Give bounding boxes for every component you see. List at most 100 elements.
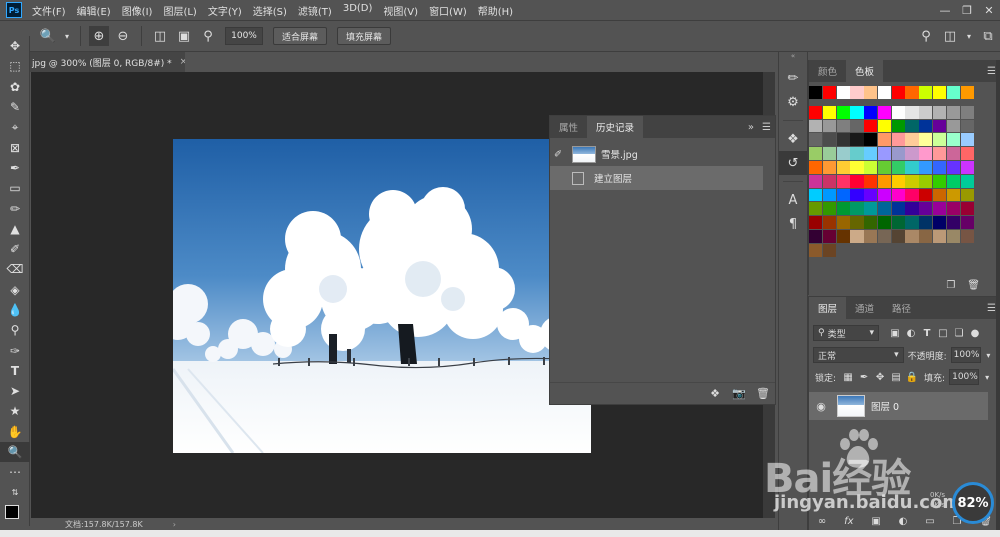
tab-layers[interactable]: 图层 bbox=[809, 297, 847, 319]
filter-adjustment-icon[interactable]: ◐ bbox=[903, 328, 919, 339]
new-document-from-state-icon[interactable]: ❖ bbox=[703, 387, 727, 400]
menu-item[interactable]: 图像(I) bbox=[122, 3, 153, 18]
minimize-button[interactable]: — bbox=[934, 4, 956, 17]
menu-item[interactable]: 编辑(E) bbox=[77, 3, 111, 18]
color-swatch[interactable] bbox=[933, 105, 947, 119]
color-swatch[interactable] bbox=[905, 160, 919, 174]
color-swatch[interactable] bbox=[809, 147, 823, 160]
share-icon[interactable]: ⧉ bbox=[978, 26, 998, 46]
color-swatch[interactable] bbox=[933, 174, 947, 188]
color-swatch[interactable] bbox=[960, 202, 974, 216]
foreground-color[interactable] bbox=[5, 504, 19, 519]
color-swatch[interactable] bbox=[891, 174, 905, 188]
tab-history[interactable]: 历史记录 bbox=[587, 116, 644, 138]
color-swatch[interactable] bbox=[877, 216, 892, 229]
color-swatch[interactable] bbox=[809, 105, 823, 119]
color-swatch[interactable] bbox=[919, 202, 933, 216]
color-swatch[interactable] bbox=[960, 119, 974, 133]
color-swatch[interactable] bbox=[877, 105, 892, 119]
brush-settings-icon[interactable]: ⚙ bbox=[779, 90, 807, 114]
color-swatch[interactable] bbox=[933, 216, 947, 229]
history-snapshot[interactable]: ✐ 雪景.jpg bbox=[550, 142, 775, 166]
fill-screen-button[interactable]: 填充屏幕 bbox=[337, 27, 392, 45]
trash-icon[interactable]: 🗑 bbox=[751, 387, 775, 400]
color-swatch[interactable] bbox=[905, 86, 919, 99]
eye-icon[interactable]: ◉ bbox=[811, 400, 831, 413]
tab-color[interactable]: 颜色 bbox=[809, 60, 846, 82]
color-swatch[interactable] bbox=[864, 229, 878, 243]
color-swatch[interactable] bbox=[905, 147, 919, 160]
color-swatch[interactable] bbox=[919, 229, 933, 243]
color-swatch[interactable] bbox=[877, 160, 892, 174]
color-swatch[interactable] bbox=[919, 147, 933, 160]
color-swatch[interactable] bbox=[919, 119, 933, 133]
filter-toggle-icon[interactable]: ● bbox=[967, 328, 983, 339]
performance-badge[interactable]: 82% bbox=[952, 482, 994, 524]
color-swatch[interactable] bbox=[891, 188, 905, 202]
menu-item[interactable]: 文件(F) bbox=[32, 3, 66, 18]
color-swatch[interactable] bbox=[809, 86, 823, 99]
color-swatch[interactable] bbox=[919, 174, 933, 188]
zoom-level-field[interactable]: 100% bbox=[225, 27, 263, 45]
frame-tool-icon[interactable]: ⊠ bbox=[0, 137, 30, 157]
zoom-tool-preset-icon[interactable]: 🔍 bbox=[38, 26, 58, 46]
color-swatch[interactable] bbox=[891, 202, 905, 216]
scrubby-zoom-icon[interactable]: ⚲ bbox=[198, 26, 218, 46]
color-swatch[interactable] bbox=[946, 174, 960, 188]
blur-tool-icon[interactable]: 💧 bbox=[0, 300, 30, 320]
color-swatch[interactable] bbox=[822, 160, 836, 174]
color-swatch[interactable] bbox=[850, 216, 864, 229]
trash-icon[interactable]: 🗑 bbox=[967, 280, 980, 291]
history-brush-source-icon[interactable]: ✐ bbox=[554, 149, 568, 160]
eraser-tool-icon[interactable]: ⌫ bbox=[0, 259, 30, 279]
healing-brush-tool-icon[interactable]: ▭ bbox=[0, 178, 30, 198]
color-swatch[interactable] bbox=[877, 229, 892, 243]
color-swatch[interactable] bbox=[809, 133, 823, 147]
color-swatch[interactable] bbox=[809, 216, 823, 229]
color-swatch[interactable] bbox=[809, 119, 823, 133]
fit-screen-button[interactable]: 适合屏幕 bbox=[273, 27, 328, 45]
restore-button[interactable]: ❐ bbox=[956, 4, 978, 17]
color-swatch[interactable] bbox=[836, 86, 850, 99]
color-swatch[interactable] bbox=[822, 174, 836, 188]
move-tool-icon[interactable]: ✥ bbox=[0, 36, 30, 56]
zoom-in-icon[interactable]: ⊕ bbox=[89, 26, 109, 46]
color-swatch[interactable] bbox=[864, 188, 878, 202]
shape-tool-icon[interactable]: ★ bbox=[0, 401, 30, 421]
color-swatch[interactable] bbox=[864, 133, 878, 147]
color-swatch[interactable] bbox=[960, 229, 974, 243]
filter-pixel-icon[interactable]: ▣ bbox=[887, 328, 903, 339]
color-swatch[interactable] bbox=[905, 174, 919, 188]
status-menu-chevron-icon[interactable]: › bbox=[173, 520, 176, 529]
color-swatch[interactable] bbox=[960, 174, 974, 188]
close-button[interactable]: ✕ bbox=[978, 4, 1000, 17]
color-swatch[interactable] bbox=[891, 119, 905, 133]
color-swatch[interactable] bbox=[905, 133, 919, 147]
color-swatch[interactable] bbox=[822, 86, 836, 99]
color-swatch[interactable] bbox=[864, 216, 878, 229]
color-swatch[interactable] bbox=[877, 174, 892, 188]
zoom-all-windows-icon[interactable]: ▣ bbox=[174, 26, 194, 46]
tab-channels[interactable]: 通道 bbox=[846, 297, 883, 319]
color-swatch[interactable] bbox=[946, 119, 960, 133]
menu-item[interactable]: 窗口(W) bbox=[429, 3, 467, 18]
color-swatch[interactable] bbox=[891, 229, 905, 243]
color-swatch[interactable] bbox=[836, 202, 850, 216]
color-swatch[interactable] bbox=[809, 202, 823, 216]
color-swatch[interactable] bbox=[864, 119, 878, 133]
color-swatch[interactable] bbox=[836, 229, 850, 243]
color-swatch[interactable] bbox=[891, 160, 905, 174]
color-swatch[interactable] bbox=[864, 202, 878, 216]
color-swatch[interactable] bbox=[822, 202, 836, 216]
color-swatch[interactable] bbox=[877, 86, 892, 99]
lock-artboard-icon[interactable]: ▤ bbox=[888, 372, 904, 383]
color-swatch[interactable] bbox=[809, 229, 823, 243]
color-swatch[interactable] bbox=[905, 229, 919, 243]
color-swatch[interactable] bbox=[919, 160, 933, 174]
color-swatch[interactable] bbox=[933, 133, 947, 147]
color-swatch[interactable] bbox=[905, 216, 919, 229]
brush-preset-icon[interactable]: ✏ bbox=[779, 66, 807, 90]
filter-shape-icon[interactable]: □ bbox=[935, 328, 951, 339]
lasso-tool-icon[interactable]: ✿ bbox=[0, 77, 30, 97]
color-swatch[interactable] bbox=[809, 188, 823, 202]
